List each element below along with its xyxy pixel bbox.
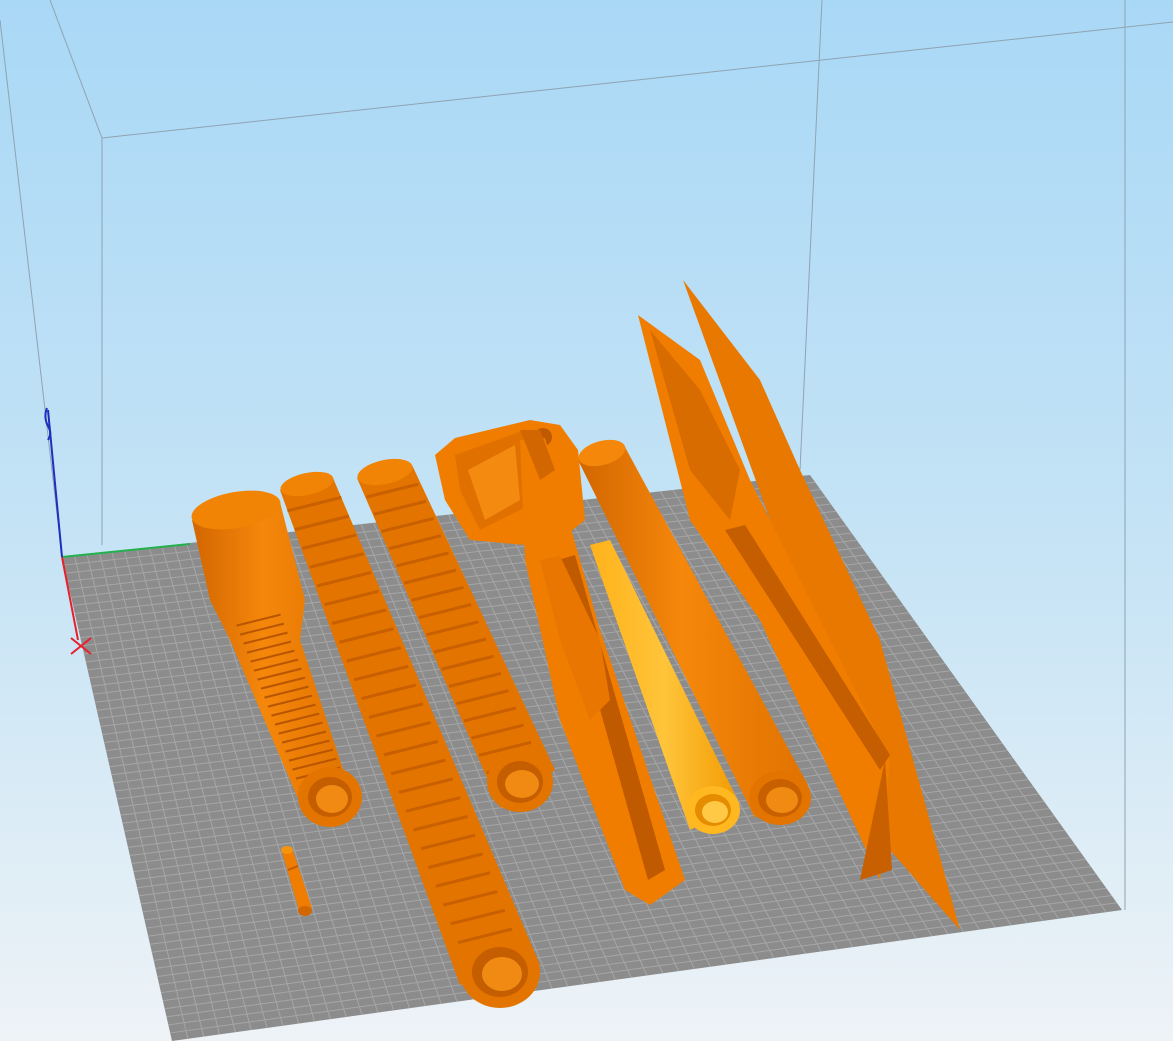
3d-viewport[interactable] — [0, 0, 1173, 1041]
build-scene[interactable] — [0, 0, 1173, 1041]
